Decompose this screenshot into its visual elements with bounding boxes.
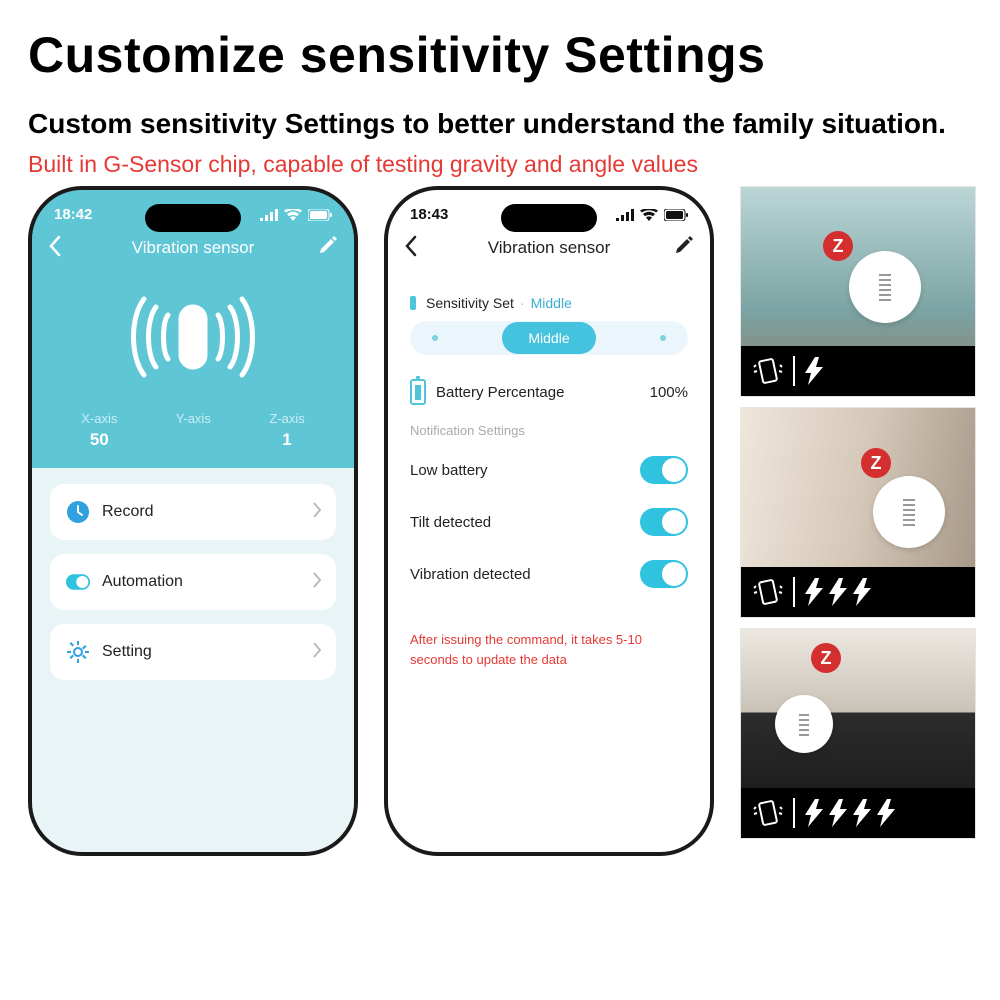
- toggle-vibration-label: Vibration detected: [410, 566, 531, 583]
- dynamic-island: [501, 204, 597, 232]
- axes-readout: X-axis 50 Y-axis Z-axis 1: [32, 411, 354, 450]
- z-axis-label: Z-axis: [269, 411, 304, 426]
- battery-icon: [664, 209, 688, 221]
- phone-right: 18:43 Vibration sensor: [384, 186, 714, 856]
- x-axis-value: 50: [81, 430, 117, 450]
- battery-row: Battery Percentage 100%: [410, 379, 688, 405]
- sensitivity-row: Sensitivity Set · Middle: [410, 295, 688, 311]
- toggle-tilt[interactable]: Tilt detected: [410, 496, 688, 548]
- sensor-disc-icon: [775, 695, 833, 753]
- phone-vibrate-icon: [753, 577, 783, 607]
- delay-note: After issuing the command, it takes 5-10…: [410, 630, 688, 669]
- menu-setting-label: Setting: [102, 643, 152, 661]
- gear-icon: [66, 640, 90, 664]
- y-axis-label: Y-axis: [176, 411, 211, 426]
- pencil-icon: [318, 235, 338, 255]
- dynamic-island: [145, 204, 241, 232]
- back-button[interactable]: [48, 235, 62, 262]
- switch-on-icon: [640, 508, 688, 536]
- battery-icon: [410, 379, 426, 405]
- chevron-right-icon: [313, 572, 322, 593]
- section-notif: Notification Settings: [410, 423, 688, 438]
- lightning-bolt-icon: [853, 578, 871, 606]
- back-button[interactable]: [404, 235, 418, 262]
- menu-record-label: Record: [102, 503, 154, 521]
- wifi-icon: [284, 209, 302, 221]
- battery-label: Battery Percentage: [436, 384, 564, 401]
- sensitivity-label: Sensitivity Set: [426, 295, 514, 311]
- chevron-right-icon: [313, 642, 322, 663]
- sensitivity-slider[interactable]: Middle: [410, 321, 688, 355]
- edit-button[interactable]: [318, 235, 338, 260]
- lightning-bolt-icon: [853, 799, 871, 827]
- menu-automation[interactable]: Automation: [50, 554, 336, 610]
- example-tiles: Z Z: [740, 186, 976, 839]
- toggle-icon: [66, 570, 90, 594]
- wifi-icon: [640, 209, 658, 221]
- screen-title: Vibration sensor: [488, 238, 611, 258]
- battery-value: 100%: [650, 384, 688, 401]
- lightning-bolt-icon: [805, 578, 823, 606]
- x-axis-label: X-axis: [81, 411, 117, 426]
- switch-on-icon: [640, 456, 688, 484]
- battery-icon: [308, 209, 332, 221]
- lightning-bolt-icon: [805, 799, 823, 827]
- page-title: Customize sensitivity Settings: [28, 26, 972, 84]
- menu-setting[interactable]: Setting: [50, 624, 336, 680]
- menu-record[interactable]: Record: [50, 484, 336, 540]
- screen-title: Vibration sensor: [132, 238, 255, 258]
- signal-icon: [616, 209, 634, 221]
- toggle-tilt-label: Tilt detected: [410, 514, 491, 531]
- sensitivity-value: Middle: [531, 295, 572, 311]
- phone-vibrate-icon: [753, 798, 783, 828]
- menu-automation-label: Automation: [102, 573, 183, 591]
- chevron-left-icon: [48, 235, 62, 257]
- chevron-left-icon: [404, 235, 418, 257]
- edit-button[interactable]: [674, 235, 694, 260]
- zigbee-badge: Z: [811, 643, 841, 673]
- zigbee-badge: Z: [861, 448, 891, 478]
- sensor-mini-icon: [410, 296, 416, 310]
- subheading: Custom sensitivity Settings to better un…: [28, 106, 972, 141]
- intensity-bolts: [805, 799, 895, 827]
- toggle-low-battery[interactable]: Low battery: [410, 444, 688, 496]
- z-axis-value: 1: [269, 430, 304, 450]
- status-time: 18:43: [410, 206, 448, 223]
- sensor-disc-icon: [873, 476, 945, 548]
- intensity-bolts: [805, 357, 823, 385]
- lightning-bolt-icon: [877, 799, 895, 827]
- sensitivity-pill: Middle: [502, 322, 595, 354]
- phone-left: 18:42 Vibration sensor: [28, 186, 358, 856]
- signal-icon: [260, 209, 278, 221]
- lightning-bolt-icon: [805, 357, 823, 385]
- lightning-bolt-icon: [829, 578, 847, 606]
- tile-safe: Z: [740, 628, 976, 839]
- toggle-low-battery-label: Low battery: [410, 462, 488, 479]
- lightning-bolt-icon: [829, 799, 847, 827]
- toggle-vibration[interactable]: Vibration detected: [410, 548, 688, 600]
- phone-vibrate-icon: [753, 356, 783, 386]
- switch-on-icon: [640, 560, 688, 588]
- vibration-hero-icon: [32, 291, 354, 383]
- feature-redline: Built in G-Sensor chip, capable of testi…: [28, 151, 972, 178]
- tile-door-handle: Z: [740, 407, 976, 618]
- chevron-right-icon: [313, 502, 322, 523]
- clock-icon: [66, 500, 90, 524]
- zigbee-badge: Z: [823, 231, 853, 261]
- sensor-disc-icon: [849, 251, 921, 323]
- tile-curtain: Z: [740, 186, 976, 397]
- pencil-icon: [674, 235, 694, 255]
- status-time: 18:42: [54, 206, 92, 223]
- intensity-bolts: [805, 578, 871, 606]
